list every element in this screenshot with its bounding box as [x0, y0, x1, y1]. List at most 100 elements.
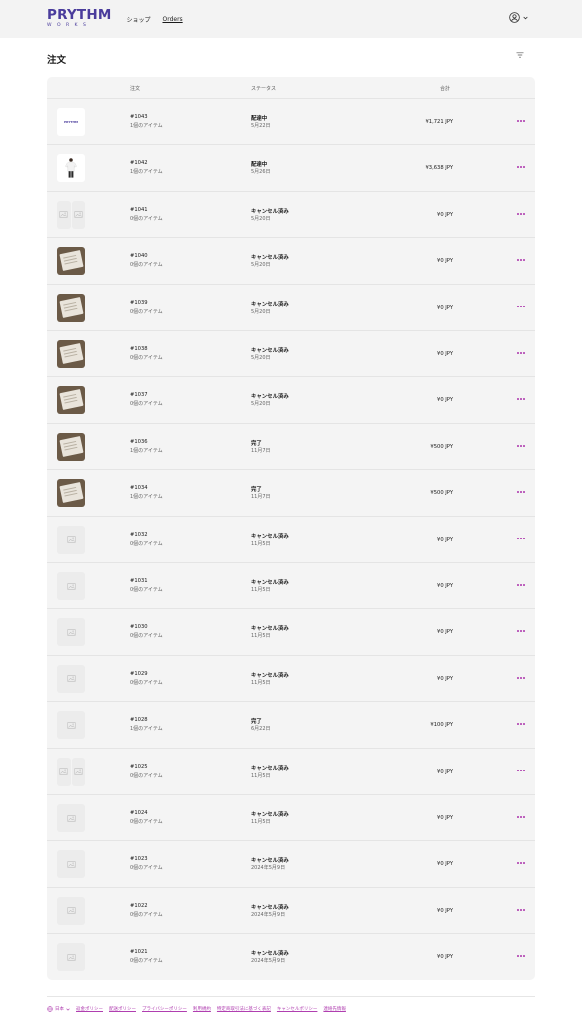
table-row[interactable]: PRYTHM #1043 1個のアイテム 配達中 5月22日 ¥1,721 JPY: [47, 98, 535, 144]
nav-orders-link[interactable]: Orders: [162, 16, 182, 23]
image-placeholder-icon: [57, 711, 85, 740]
order-date: 5月20日: [251, 401, 271, 408]
order-number[interactable]: #1028: [130, 717, 148, 723]
thumbnail-logo-text: PRYTHM: [63, 120, 79, 124]
table-row[interactable]: #1025 0個のアイテム キャンセル済み 11月5日 ¥0 JPY: [47, 747, 535, 794]
more-actions-icon[interactable]: [517, 166, 525, 169]
nav-shop-link[interactable]: ショップ: [126, 15, 150, 24]
order-number[interactable]: #1041: [130, 207, 148, 213]
product-thumbnail: [57, 154, 85, 183]
table-row[interactable]: #1030 0個のアイテム キャンセル済み 11月5日 ¥0 JPY: [47, 608, 535, 654]
table-row[interactable]: #1028 1個のアイテム 完了 6月22日 ¥100 JPY: [47, 701, 535, 747]
item-count: 0個のアイテム: [130, 633, 163, 640]
more-actions-icon[interactable]: [517, 769, 525, 772]
table-row[interactable]: #1041 0個のアイテム キャンセル済み 5月20日 ¥0 JPY: [47, 190, 535, 237]
table-row[interactable]: #1036 1個のアイテム 完了 11月7日 ¥500 JPY: [47, 422, 535, 469]
order-number[interactable]: #1043: [130, 114, 148, 120]
more-actions-icon[interactable]: [517, 352, 525, 354]
order-total: ¥0 JPY: [437, 954, 453, 961]
more-actions-icon[interactable]: [517, 444, 525, 447]
more-actions-icon[interactable]: [517, 491, 525, 493]
more-actions-icon[interactable]: [517, 120, 525, 122]
item-count: 1個のアイテム: [130, 169, 163, 176]
order-number[interactable]: #1039: [130, 300, 148, 306]
order-number[interactable]: #1025: [130, 764, 148, 770]
order-number[interactable]: #1032: [130, 532, 148, 538]
order-number[interactable]: #1036: [130, 439, 148, 445]
item-count: 0個のアイテム: [130, 540, 163, 547]
more-actions-icon[interactable]: [517, 908, 525, 911]
product-thumbnail: [57, 479, 85, 508]
order-number[interactable]: #1024: [130, 810, 148, 816]
footer-link-shipping[interactable]: 配送ポリシー: [109, 1006, 136, 1012]
order-number[interactable]: #1023: [130, 856, 148, 862]
table-row[interactable]: #1037 0個のアイテム キャンセル済み 5月20日 ¥0 JPY: [47, 376, 535, 422]
order-number[interactable]: #1029: [130, 671, 148, 677]
table-row[interactable]: #1029 0個のアイテム キャンセル済み 11月5日 ¥0 JPY: [47, 654, 535, 701]
table-row[interactable]: #1024 0個のアイテム キャンセル済み 11月5日 ¥0 JPY: [47, 794, 535, 840]
order-status: キャンセル済み: [251, 301, 289, 308]
footer-link-contact[interactable]: 連絡先情報: [323, 1006, 346, 1012]
filter-icon[interactable]: [516, 52, 524, 58]
table-row[interactable]: #1040 0個のアイテム キャンセル済み 5月20日 ¥0 JPY: [47, 237, 535, 283]
footer-link-terms[interactable]: 利用規約: [193, 1006, 211, 1012]
order-number[interactable]: #1022: [130, 903, 148, 909]
table-row[interactable]: #1021 0個のアイテム キャンセル済み 2024年5月9日 ¥0 JPY: [47, 933, 535, 979]
product-thumbnail: [57, 247, 85, 276]
table-row[interactable]: #1022 0個のアイテム キャンセル済み 2024年5月9日 ¥0 JPY: [47, 886, 535, 933]
more-actions-icon[interactable]: [517, 212, 525, 215]
order-total: ¥0 JPY: [437, 258, 453, 265]
account-menu-button[interactable]: [509, 12, 528, 23]
table-row[interactable]: #1032 0個のアイテム キャンセル済み 11月5日 ¥0 JPY: [47, 515, 535, 562]
brand-logo[interactable]: PRYTHM WORKS: [47, 9, 111, 28]
order-date: 11月5日: [251, 819, 271, 825]
more-actions-icon[interactable]: [517, 259, 525, 261]
order-number[interactable]: #1021: [130, 949, 148, 955]
order-status: キャンセル済み: [251, 394, 289, 401]
order-number[interactable]: #1037: [130, 392, 148, 398]
chevron-down-icon: [523, 16, 528, 19]
order-number[interactable]: #1040: [130, 253, 148, 259]
item-count: 0個のアイテム: [130, 958, 163, 965]
order-total: ¥0 JPY: [437, 907, 453, 914]
globe-icon: [47, 1006, 53, 1012]
order-number[interactable]: #1042: [130, 160, 148, 166]
more-actions-icon[interactable]: [517, 955, 525, 957]
order-status: キャンセル済み: [251, 580, 289, 586]
order-number[interactable]: #1030: [130, 624, 148, 630]
more-actions-icon[interactable]: [517, 537, 525, 540]
product-thumbnail-group: [57, 757, 85, 786]
site-header: PRYTHM WORKS ショップ Orders: [0, 0, 582, 38]
brand-logo-top: PRYTHM: [47, 7, 112, 24]
footer-link-refund[interactable]: 返金ポリシー: [76, 1006, 103, 1012]
order-number[interactable]: #1034: [130, 485, 148, 491]
language-selector[interactable]: 日本: [47, 1006, 70, 1012]
more-actions-icon[interactable]: [517, 816, 525, 818]
order-status: キャンセル済み: [251, 812, 289, 818]
footer-link-privacy[interactable]: プライバシーポリシー: [142, 1006, 187, 1012]
table-row[interactable]: #1039 0個のアイテム キャンセル済み 5月20日 ¥0 JPY: [47, 283, 535, 330]
order-date: 11月5日: [251, 679, 271, 686]
order-number[interactable]: #1031: [130, 578, 148, 584]
order-number[interactable]: #1038: [130, 346, 148, 352]
table-row[interactable]: #1034 1個のアイテム 完了 11月7日 ¥500 JPY: [47, 469, 535, 515]
more-actions-icon[interactable]: [517, 305, 525, 308]
table-row[interactable]: #1023 0個のアイテム キャンセル済み 2024年5月9日 ¥0 JPY: [47, 840, 535, 886]
more-actions-icon[interactable]: [517, 723, 525, 725]
more-actions-icon[interactable]: [517, 398, 525, 401]
order-status: キャンセル済み: [251, 765, 289, 772]
table-row[interactable]: #1031 0個のアイテム キャンセル済み 11月5日 ¥0 JPY: [47, 562, 535, 608]
more-actions-icon[interactable]: [517, 630, 525, 633]
image-placeholder-icon: [57, 943, 85, 972]
table-row[interactable]: #1038 0個のアイテム キャンセル済み 5月20日 ¥0 JPY: [47, 330, 535, 376]
item-count: 0個のアイテム: [130, 865, 163, 872]
more-actions-icon[interactable]: [517, 676, 525, 679]
more-actions-icon[interactable]: [517, 862, 525, 865]
header-order: 注文: [130, 86, 141, 92]
order-total: ¥500 JPY: [430, 490, 453, 497]
footer-link-legal[interactable]: 特定商取引法に基づく表記: [217, 1006, 271, 1012]
order-total: ¥0 JPY: [437, 351, 453, 357]
footer-link-cancel[interactable]: キャンセルポリシー: [277, 1006, 318, 1012]
more-actions-icon[interactable]: [517, 584, 525, 586]
table-row[interactable]: #1042 1個のアイテム 配達中 5月26日 ¥3,638 JPY: [47, 144, 535, 190]
